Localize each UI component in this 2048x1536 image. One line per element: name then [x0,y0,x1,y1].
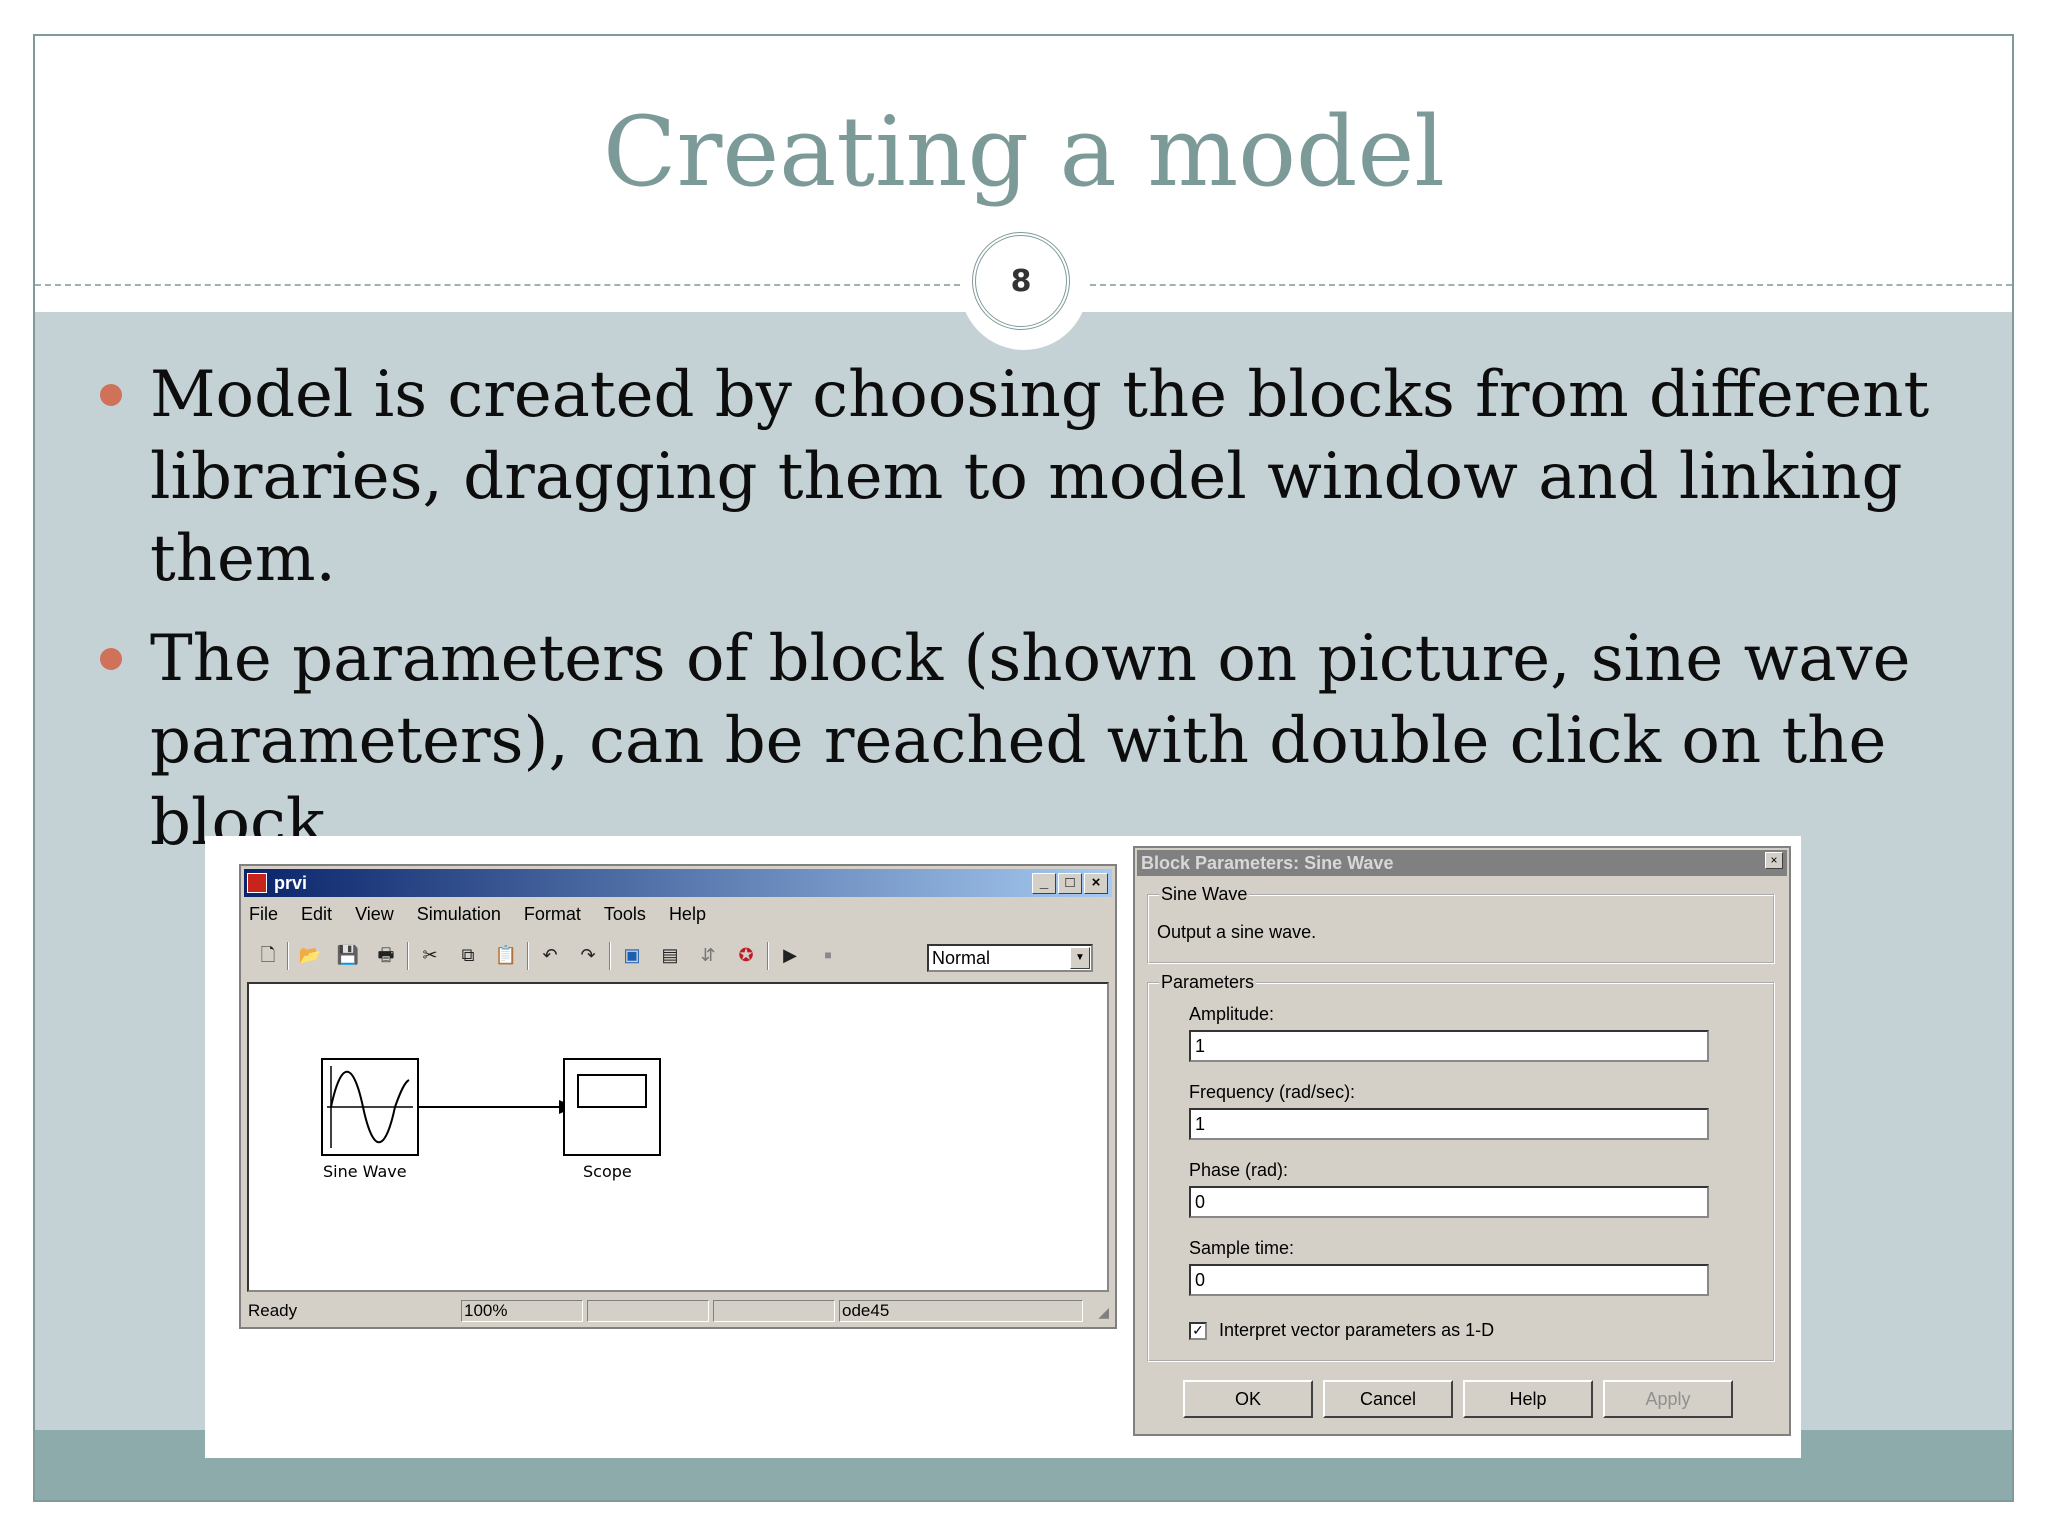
status-empty-1 [587,1300,709,1322]
apply-button[interactable]: Apply [1603,1380,1733,1418]
undo-icon[interactable]: ↶ [537,942,563,968]
simulink-app-icon [247,873,267,893]
menu-edit[interactable]: Edit [301,904,332,925]
interpret-vector-label: Interpret vector parameters as 1-D [1219,1320,1495,1340]
build-icon[interactable]: ✪ [733,942,759,968]
scope-block-label: Scope [583,1162,632,1181]
bullet-dot [100,648,122,670]
print-icon[interactable]: 🖶 [373,942,399,968]
menu-file[interactable]: File [249,904,278,925]
description-group-title: Sine Wave [1159,884,1250,905]
bullet-text: Model is created by choosing the blocks … [150,358,1930,596]
bullet-item: Model is created by choosing the blocks … [100,354,2000,600]
toolbar-separator [609,942,611,970]
resize-grip-icon[interactable]: ◢ [1098,1304,1109,1321]
maximize-button[interactable]: □ [1058,873,1082,894]
cut-icon[interactable]: ✂ [417,942,443,968]
slide-number: 8 [1010,263,1032,299]
scope-screen-icon [577,1074,647,1108]
interpret-vector-checkbox[interactable]: ✓ [1189,1322,1207,1340]
status-state: Ready [248,1301,298,1320]
bullet-dot [100,384,122,406]
close-button[interactable]: × [1084,873,1108,894]
block-parameters-dialog: Block Parameters: Sine Wave × Sine Wave … [1133,846,1791,1436]
bullet-item: The parameters of block (shown on pictur… [100,618,2000,864]
close-icon[interactable]: × [1765,852,1783,869]
sine-wave-block[interactable] [321,1058,419,1156]
signal-line[interactable] [419,1099,577,1119]
stop-icon[interactable]: ■ [815,942,841,968]
model-browser-icon[interactable]: ▤ [657,942,683,968]
menu-bar: File Edit View Simulation Format Tools H… [249,904,724,928]
sample-time-field[interactable]: 0 [1189,1264,1709,1296]
frequency-label: Frequency (rad/sec): [1189,1082,1356,1102]
minimize-button[interactable]: _ [1032,873,1056,894]
menu-help[interactable]: Help [669,904,706,925]
status-empty-2 [713,1300,835,1322]
amplitude-label: Amplitude: [1189,1004,1275,1024]
toolbar-separator [407,942,409,970]
slide-title: Creating a model [602,96,1445,208]
menu-tools[interactable]: Tools [604,904,646,925]
sine-wave-block-label: Sine Wave [323,1162,407,1181]
copy-icon[interactable]: ⧉ [455,942,481,968]
chevron-down-icon[interactable]: ▼ [1070,947,1090,969]
cancel-button[interactable]: Cancel [1323,1380,1453,1418]
simulation-mode-select[interactable]: Normal ▼ [927,944,1093,972]
model-window-titlebar[interactable]: prvi _ □ × [244,869,1112,897]
bullet-text: The parameters of block (shown on pictur… [150,622,1911,860]
simulation-mode-value: Normal [932,948,991,968]
open-icon[interactable]: 📂 [297,942,323,968]
sine-wave-icon [327,1066,413,1148]
debug-icon[interactable]: ⇵ [695,942,721,968]
ok-button[interactable]: OK [1183,1380,1313,1418]
status-bar: Ready 100% ode45 ◢ [245,1298,1111,1324]
menu-format[interactable]: Format [524,904,581,925]
redo-icon[interactable]: ↷ [575,942,601,968]
parameters-group-title: Parameters [1159,972,1257,993]
model-window-title: prvi [274,873,308,893]
model-window: prvi _ □ × File Edit View Simulation For… [239,864,1117,1329]
status-solver: ode45 [839,1300,1083,1322]
phase-label: Phase (rad): [1189,1160,1289,1180]
slide-number-badge: 8 [972,232,1070,330]
new-icon[interactable]: 🗋 [255,942,281,968]
toolbar-separator [287,942,289,970]
scope-block[interactable] [563,1058,661,1156]
divider-right [1090,284,2012,286]
library-browser-icon[interactable]: ▣ [619,942,645,968]
description-group: Sine Wave Output a sine wave. [1147,884,1775,964]
frequency-field[interactable]: 1 [1189,1108,1709,1140]
status-zoom: 100% [461,1300,583,1322]
menu-simulation[interactable]: Simulation [417,904,501,925]
block-description: Output a sine wave. [1157,922,1317,942]
menu-view[interactable]: View [355,904,394,925]
dialog-title[interactable]: Block Parameters: Sine Wave [1137,850,1787,876]
save-icon[interactable]: 💾 [335,942,361,968]
help-button[interactable]: Help [1463,1380,1593,1418]
bullet-list: Model is created by choosing the blocks … [100,354,2000,882]
start-icon[interactable]: ▶ [777,942,803,968]
screenshot-panel: prvi _ □ × File Edit View Simulation For… [205,836,1801,1458]
phase-field[interactable]: 0 [1189,1186,1709,1218]
divider-left [35,284,960,286]
toolbar-separator [767,942,769,970]
model-canvas[interactable]: Sine Wave Scope [247,982,1109,1292]
paste-icon[interactable]: 📋 [493,942,519,968]
toolbar-separator [527,942,529,970]
sample-time-label: Sample time: [1189,1238,1295,1258]
amplitude-field[interactable]: 1 [1189,1030,1709,1062]
